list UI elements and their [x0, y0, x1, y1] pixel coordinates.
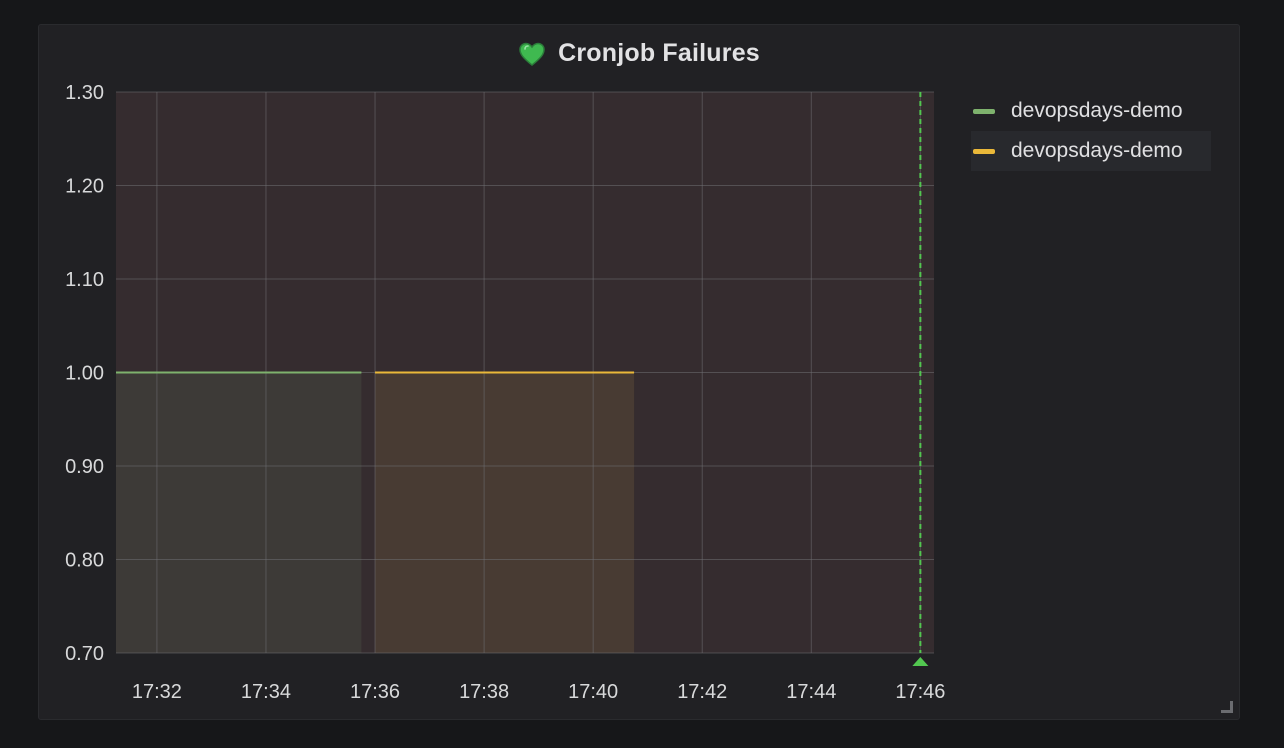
y-tick-label: 1.10 [65, 269, 104, 291]
series-2-area [375, 372, 635, 653]
x-tick-label: 17:38 [459, 681, 509, 703]
y-tick-label: 0.80 [65, 550, 104, 572]
x-tick-label: 17:46 [895, 681, 945, 703]
series-1-area [116, 372, 362, 653]
legend-label: devopsdays-demo [1011, 139, 1183, 162]
y-tick-label: 0.70 [65, 643, 104, 665]
y-tick-label: 0.90 [65, 456, 104, 478]
x-tick-label: 17:42 [677, 681, 727, 703]
x-tick-label: 17:34 [241, 681, 291, 703]
legend-item-series-1[interactable]: devopsdays-demo [971, 91, 1211, 131]
legend-label: devopsdays-demo [1011, 99, 1183, 122]
y-tick-label: 1.20 [65, 176, 104, 198]
resize-handle[interactable] [1221, 701, 1233, 713]
heart-icon[interactable] [518, 41, 546, 67]
legend-item-series-2[interactable]: devopsdays-demo [971, 131, 1211, 171]
panel-header[interactable]: Cronjob Failures [39, 39, 1239, 68]
x-tick-label: 17:40 [568, 681, 618, 703]
legend-swatch [973, 108, 995, 114]
now-marker-triangle [912, 657, 929, 666]
x-tick-label: 17:36 [350, 681, 400, 703]
y-tick-label: 1.00 [65, 363, 104, 385]
graph-panel: 0.70 0.80 0.90 1.00 1.10 1.20 1.30 17:32 17:34 17… [38, 24, 1240, 720]
y-tick-label: 1.30 [65, 82, 104, 104]
legend: devopsdays-demo devopsdays-demo [971, 91, 1211, 171]
x-tick-label: 17:44 [786, 681, 836, 703]
x-tick-label: 17:32 [132, 681, 182, 703]
panel-title[interactable]: Cronjob Failures [558, 39, 760, 68]
legend-swatch [973, 148, 995, 154]
